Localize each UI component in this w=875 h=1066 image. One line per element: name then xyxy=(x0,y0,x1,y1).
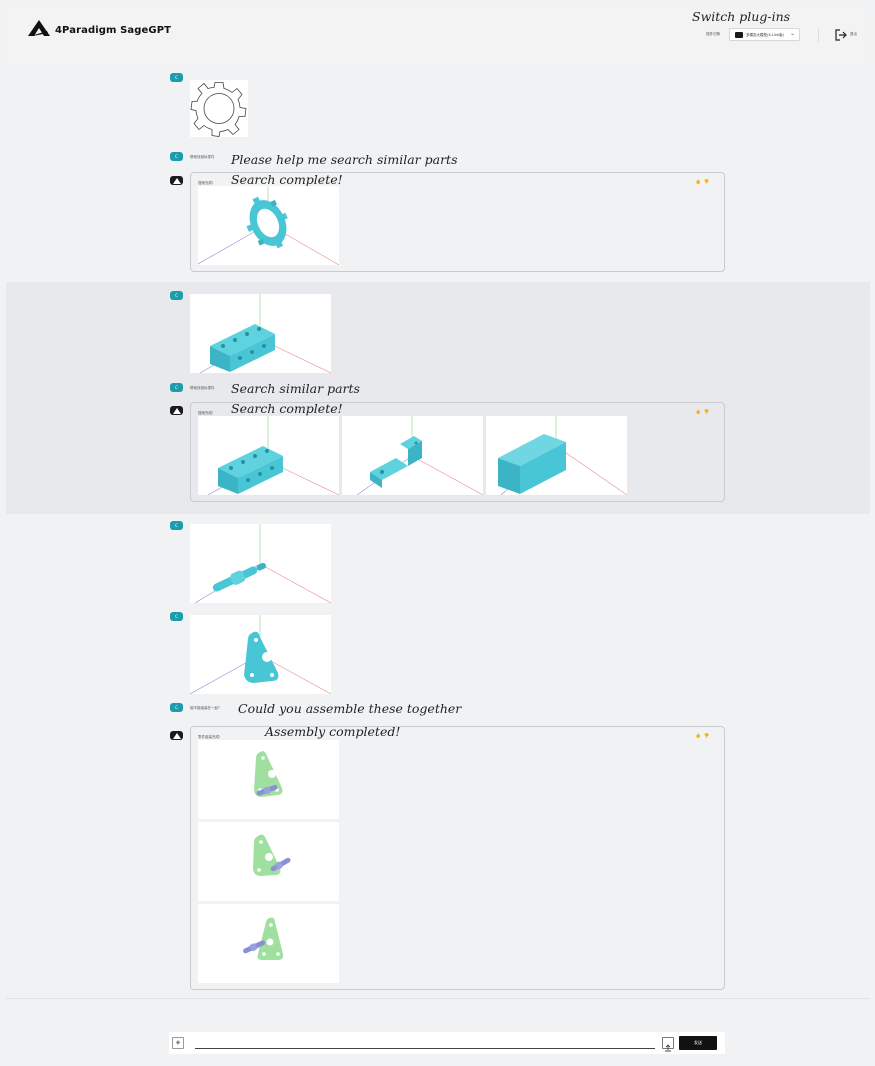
assembly-3d-icon xyxy=(253,834,291,876)
assembly-view-image[interactable] xyxy=(198,740,339,819)
sagegpt-logo-icon xyxy=(28,20,50,36)
result-part-image[interactable] xyxy=(197,186,340,266)
user-avatar: C xyxy=(170,383,183,392)
assembly-3d-icon xyxy=(243,917,284,960)
triangle-plate-3d-icon xyxy=(189,615,332,695)
logout-icon[interactable] xyxy=(835,29,847,41)
switch-plugins-caption: Switch plug-ins xyxy=(692,9,791,24)
thumbs-up-icon[interactable]: 👍 xyxy=(695,180,701,185)
result-part-image[interactable] xyxy=(198,416,340,496)
user-avatar: C xyxy=(170,73,183,82)
user-avatar: C xyxy=(170,612,183,621)
uploaded-plate-image[interactable] xyxy=(189,615,332,695)
user-query-text: 帮我找相似零件 xyxy=(190,386,215,390)
feedback-buttons: 👍 👎 xyxy=(695,180,709,185)
plugin-switch-label: 插件切换 xyxy=(706,32,720,36)
plugin-select[interactable]: 多模态大模型(X-Link版) ⌄ xyxy=(729,28,800,41)
assembly-3d-icon xyxy=(254,751,283,797)
gear-3d-icon xyxy=(197,186,340,266)
send-button[interactable]: 发送 xyxy=(679,1036,717,1050)
block-3d-icon xyxy=(498,416,628,496)
chat-input[interactable] xyxy=(195,1036,655,1048)
plugin-selected-value: 多模态大模型(X-Link版) xyxy=(746,32,784,37)
ai-logo-icon xyxy=(172,732,181,739)
result-part-image[interactable] xyxy=(342,416,484,496)
reply-caption: Search complete! xyxy=(231,172,343,187)
user-query-text: 能不能组装在一起? xyxy=(190,706,220,710)
user-query-caption: Please help me search similar parts xyxy=(231,152,458,167)
uploaded-shaft-image[interactable] xyxy=(190,524,332,604)
ai-logo-icon xyxy=(172,407,181,414)
chat-input-underline xyxy=(195,1048,655,1049)
upload-icon xyxy=(665,1044,671,1052)
user-avatar: C xyxy=(170,291,183,300)
ai-avatar xyxy=(170,176,183,185)
gear-outline-icon xyxy=(190,82,247,137)
footer-divider xyxy=(6,998,870,999)
ai-logo-icon xyxy=(172,177,181,184)
thumbs-down-icon[interactable]: 👎 xyxy=(703,734,709,739)
user-avatar: C xyxy=(170,703,183,712)
thumbs-up-icon[interactable]: 👍 xyxy=(695,734,701,739)
reply-caption: Assembly completed! xyxy=(265,724,401,739)
chevron-down-icon: ⌄ xyxy=(789,30,795,37)
user-avatar: C xyxy=(170,152,183,161)
user-query-caption: Search similar parts xyxy=(231,381,360,396)
feedback-buttons: 👍 👎 xyxy=(695,410,709,415)
assembly-view-image[interactable] xyxy=(198,822,339,901)
thumbs-down-icon[interactable]: 👎 xyxy=(703,180,709,185)
upload-button[interactable] xyxy=(662,1037,674,1052)
rail-block-3d-icon xyxy=(199,294,332,374)
ai-avatar xyxy=(170,731,183,740)
plugin-cloud-icon xyxy=(735,32,743,38)
user-query-text: 帮我找相似零件 xyxy=(190,155,215,159)
logout-button[interactable]: 退出 xyxy=(850,32,857,37)
header-divider xyxy=(818,28,819,42)
user-query-caption: Could you assemble these together xyxy=(238,701,462,716)
bracket-3d-icon xyxy=(356,416,484,496)
result-part-image[interactable] xyxy=(486,416,628,496)
uploaded-part-image[interactable] xyxy=(190,294,332,374)
brand-name: 4Paradigm SageGPT xyxy=(55,25,172,36)
rail-block-3d-icon xyxy=(207,416,340,496)
assembly-view-image[interactable] xyxy=(198,904,339,983)
thumbs-down-icon[interactable]: 👎 xyxy=(703,410,709,415)
reply-caption: Search complete! xyxy=(231,401,343,416)
plugin-toggle-icon[interactable]: ◈ xyxy=(172,1037,184,1049)
shaft-3d-icon xyxy=(194,524,332,604)
ai-avatar xyxy=(170,406,183,415)
thumbs-up-icon[interactable]: 👍 xyxy=(695,410,701,415)
feedback-buttons: 👍 👎 xyxy=(695,734,709,739)
user-avatar: C xyxy=(170,521,183,530)
uploaded-gear-drawing[interactable] xyxy=(190,80,248,137)
